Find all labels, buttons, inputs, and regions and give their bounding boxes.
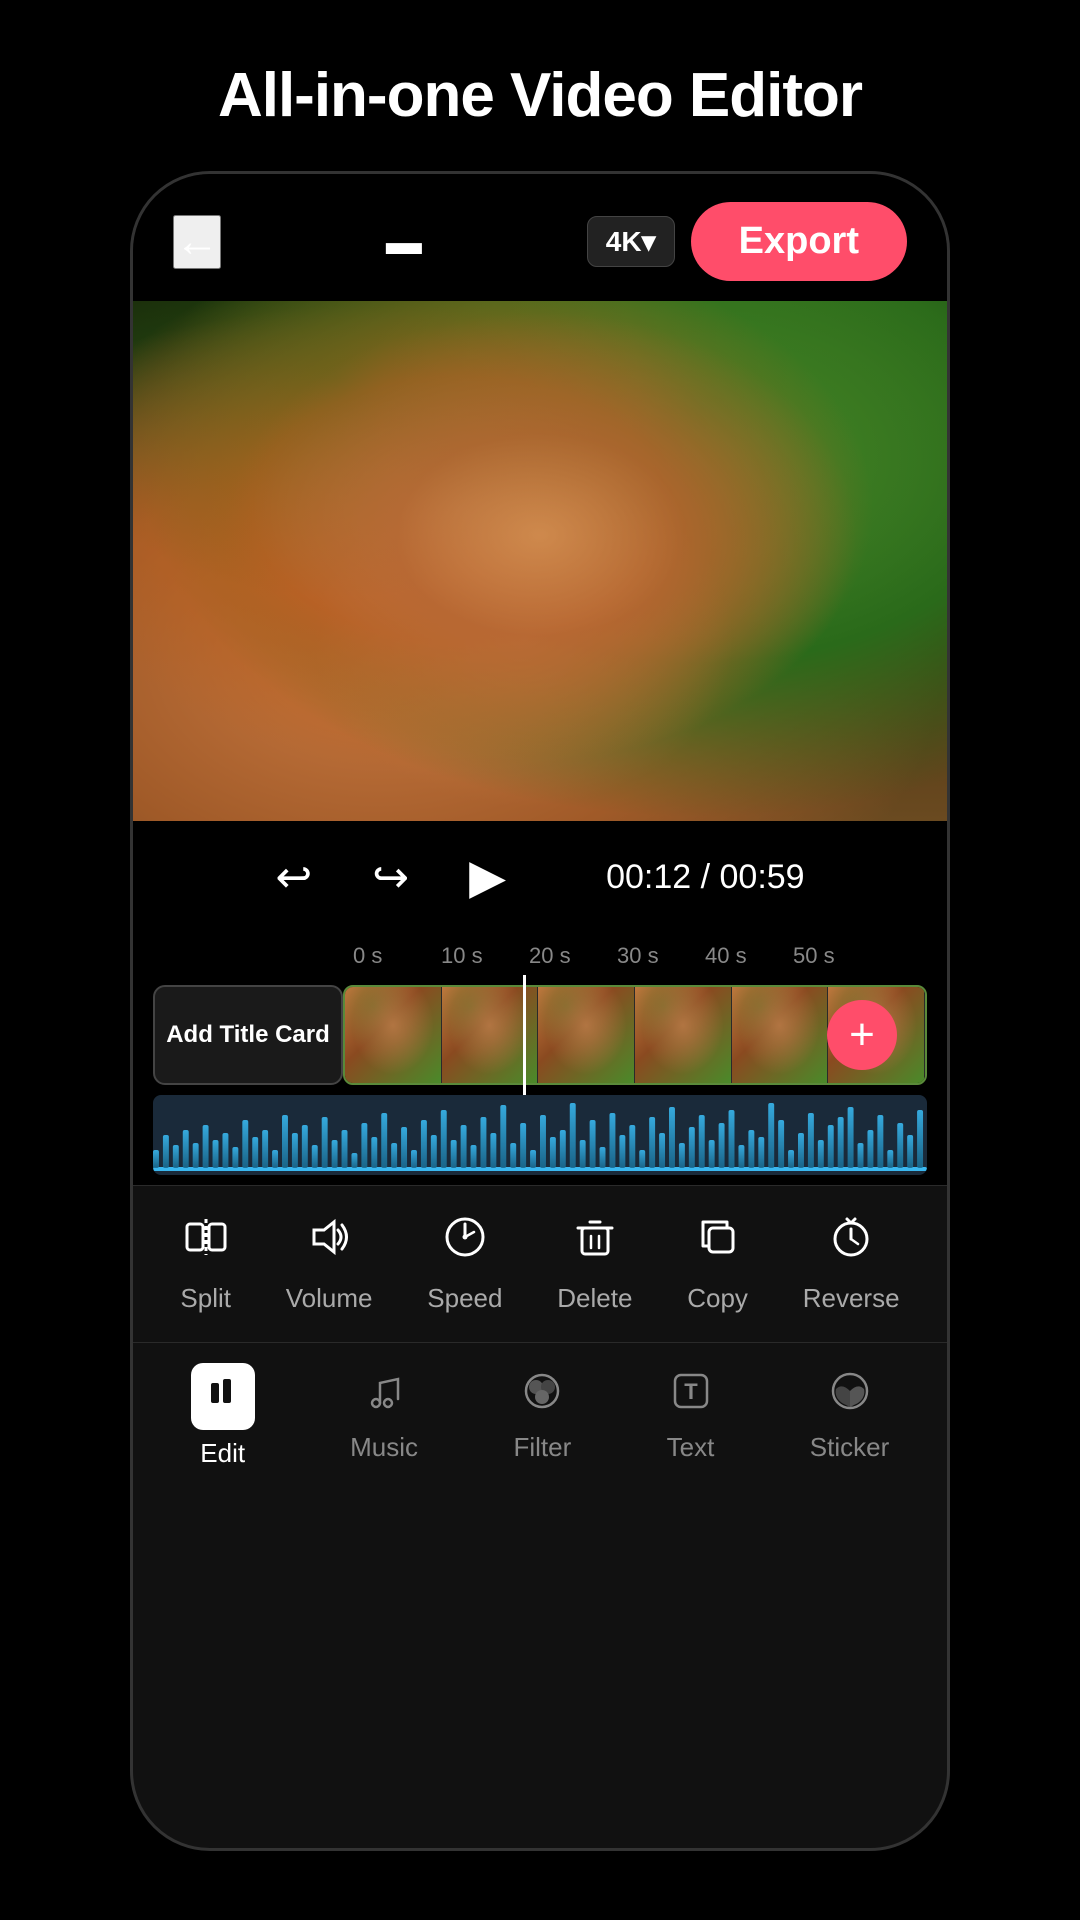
delete-label: Delete xyxy=(557,1283,632,1314)
nav-music[interactable]: Music xyxy=(350,1369,418,1463)
phone-frame: ← ▬ 4K▾ Export ↩ ↪ ▶ 00:12 / 00:59 0 s 1… xyxy=(130,171,950,1851)
strip-frame-1 xyxy=(345,987,442,1083)
page-title: All-in-one Video Editor xyxy=(218,60,862,131)
reverse-icon xyxy=(828,1214,874,1271)
tool-reverse[interactable]: Reverse xyxy=(803,1214,900,1314)
text-icon: T xyxy=(669,1369,713,1424)
copy-label: Copy xyxy=(687,1283,748,1314)
timeline-ruler: 0 s 10 s 20 s 30 s 40 s 50 s xyxy=(133,943,947,975)
tool-speed[interactable]: Speed xyxy=(427,1214,502,1314)
undo-button[interactable]: ↩ xyxy=(275,852,312,903)
sticker-icon xyxy=(828,1369,872,1424)
sticker-nav-label: Sticker xyxy=(810,1432,889,1463)
ruler-mark-10: 10 s xyxy=(441,943,529,969)
speed-label: Speed xyxy=(427,1283,502,1314)
music-nav-label: Music xyxy=(350,1432,418,1463)
music-icon xyxy=(362,1369,406,1424)
editing-tools: Split Volume Speed xyxy=(133,1185,947,1342)
ruler-mark-50: 50 s xyxy=(793,943,881,969)
text-nav-label: Text xyxy=(667,1432,715,1463)
ruler-mark-30: 30 s xyxy=(617,943,705,969)
edit-icon xyxy=(191,1363,255,1430)
volume-label: Volume xyxy=(286,1283,373,1314)
ruler-mark-40: 40 s xyxy=(705,943,793,969)
time-separator: / xyxy=(691,858,719,896)
video-strip[interactable]: + xyxy=(343,985,927,1085)
copy-icon xyxy=(695,1214,741,1271)
split-label: Split xyxy=(180,1283,231,1314)
back-button[interactable]: ← xyxy=(173,215,221,269)
tool-volume[interactable]: Volume xyxy=(286,1214,373,1314)
video-preview xyxy=(133,301,947,821)
bottom-nav: Edit Music Filter xyxy=(133,1342,947,1499)
timeline-area: 0 s 10 s 20 s 30 s 40 s 50 s Add Title C… xyxy=(133,933,947,1185)
edit-nav-label: Edit xyxy=(200,1438,245,1469)
waveform-svg xyxy=(153,1095,927,1175)
volume-icon xyxy=(306,1214,352,1271)
speed-icon xyxy=(442,1214,488,1271)
time-display: 00:12 / 00:59 xyxy=(606,858,805,897)
controls-bar: ↩ ↪ ▶ 00:12 / 00:59 xyxy=(133,821,947,933)
export-button[interactable]: Export xyxy=(691,202,907,281)
tool-delete[interactable]: Delete xyxy=(557,1214,632,1314)
ruler-mark-20: 20 s xyxy=(529,943,617,969)
top-bar: ← ▬ 4K▾ Export xyxy=(133,174,947,301)
tool-copy[interactable]: Copy xyxy=(687,1214,748,1314)
total-time: 00:59 xyxy=(720,858,805,896)
redo-button[interactable]: ↪ xyxy=(372,852,409,903)
current-time: 00:12 xyxy=(606,858,691,896)
delete-icon xyxy=(572,1214,618,1271)
svg-text:T: T xyxy=(684,1379,698,1404)
top-right-controls: 4K▾ Export xyxy=(587,202,907,281)
audio-waveform xyxy=(153,1095,927,1175)
ruler-mark-0: 0 s xyxy=(353,943,441,969)
add-more-button[interactable]: + xyxy=(827,1000,897,1070)
quality-badge[interactable]: 4K▾ xyxy=(587,216,675,267)
split-icon xyxy=(183,1214,229,1271)
face-overlay xyxy=(133,301,947,821)
filter-icon xyxy=(520,1369,564,1424)
timeline-track: Add Title Card + xyxy=(133,975,947,1095)
strip-frame-5 xyxy=(732,987,829,1083)
tool-split[interactable]: Split xyxy=(180,1214,231,1314)
strip-frame-4 xyxy=(635,987,732,1083)
filter-nav-label: Filter xyxy=(513,1432,571,1463)
strip-frame-3 xyxy=(538,987,635,1083)
reverse-label: Reverse xyxy=(803,1283,900,1314)
nav-filter[interactable]: Filter xyxy=(513,1369,571,1463)
nav-text[interactable]: T Text xyxy=(667,1369,715,1463)
play-button[interactable]: ▶ xyxy=(469,849,506,905)
battery-icon: ▬ xyxy=(386,221,422,263)
nav-sticker[interactable]: Sticker xyxy=(810,1369,889,1463)
nav-edit[interactable]: Edit xyxy=(191,1363,255,1469)
add-title-card-button[interactable]: Add Title Card xyxy=(153,985,343,1085)
playhead xyxy=(523,975,526,1095)
